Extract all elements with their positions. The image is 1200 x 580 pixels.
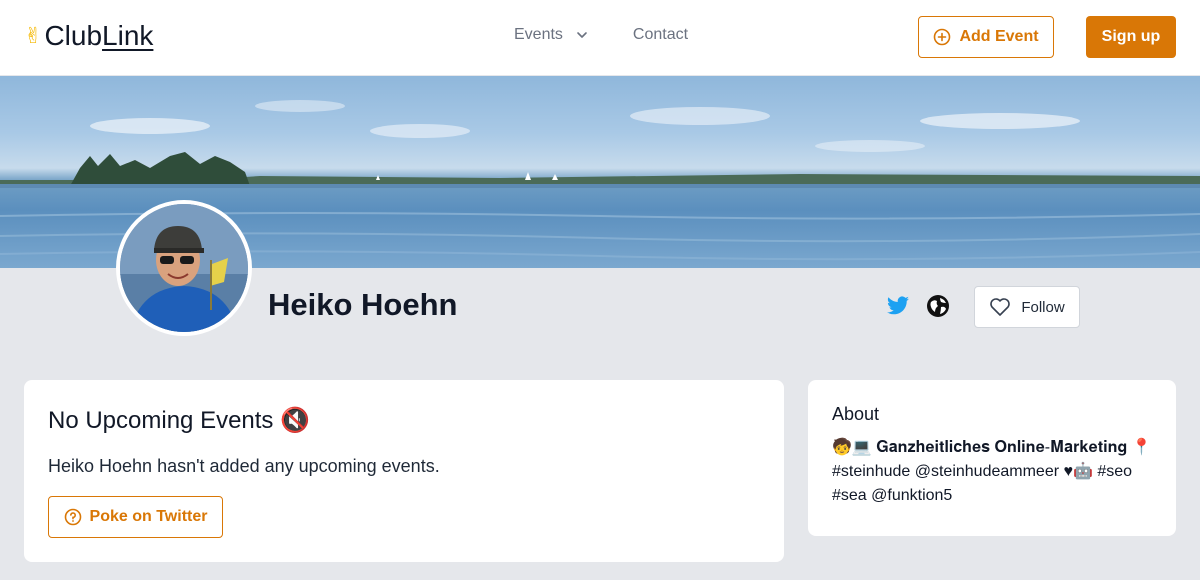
heart-icon: [990, 298, 1011, 316]
logo-text-link: Link: [102, 20, 154, 51]
signup-button[interactable]: Sign up: [1086, 16, 1176, 58]
chevron-down-icon: [577, 32, 587, 38]
nav-contact-label: Contact: [632, 26, 689, 43]
main-nav: Events Contact: [514, 26, 688, 44]
clublink-logo[interactable]: ✌ Club Link: [24, 20, 153, 52]
events-heading: No Upcoming Events 🔇: [48, 407, 310, 434]
victory-hand-icon: ✌: [24, 23, 43, 49]
avatar-photo: [120, 204, 248, 332]
twitter-icon[interactable]: [886, 294, 910, 318]
events-empty-message: Heiko Hoehn hasn't added any upcoming ev…: [48, 456, 440, 476]
about-card: About 🧒💻 𝐆𝐚𝐧𝐳𝐡𝐞𝐢𝐭𝐥𝐢𝐜𝐡𝐞𝐬 𝐎𝐧𝐥𝐢𝐧𝐞-𝐌𝐚𝐫𝐤𝐞𝐭𝐢𝐧𝐠…: [808, 380, 1176, 536]
question-circle-icon: [64, 508, 81, 526]
profile-avatar: [116, 200, 252, 336]
upcoming-events-card: No Upcoming Events 🔇 Heiko Hoehn hasn't …: [24, 380, 784, 562]
profile-name: Heiko Hoehn: [268, 287, 458, 322]
follow-button[interactable]: Follow: [974, 286, 1080, 328]
add-event-button[interactable]: Add Event: [918, 16, 1054, 58]
about-bio-text: 🧒💻 𝐆𝐚𝐧𝐳𝐡𝐞𝐢𝐭𝐥𝐢𝐜𝐡𝐞𝐬 𝐎𝐧𝐥𝐢𝐧𝐞-𝐌𝐚𝐫𝐤𝐞𝐭𝐢𝐧𝐠 📍 #st…: [832, 439, 1152, 504]
nav-events-dropdown[interactable]: Events: [514, 26, 589, 44]
about-heading: About: [832, 404, 880, 424]
plus-circle-icon: [934, 28, 951, 46]
nav-events-label: Events: [514, 26, 563, 43]
top-navbar: ✌ Club Link Events Contact Add Event Sig…: [0, 0, 1200, 76]
follow-label: Follow: [1021, 298, 1065, 316]
poke-label: Poke on Twitter: [89, 508, 208, 525]
poke-on-twitter-button[interactable]: Poke on Twitter: [48, 496, 223, 538]
logo-text-club: Club: [44, 20, 103, 51]
globe-icon[interactable]: [926, 294, 950, 318]
nav-contact-link[interactable]: Contact: [633, 26, 688, 44]
add-event-label: Add Event: [959, 28, 1039, 45]
